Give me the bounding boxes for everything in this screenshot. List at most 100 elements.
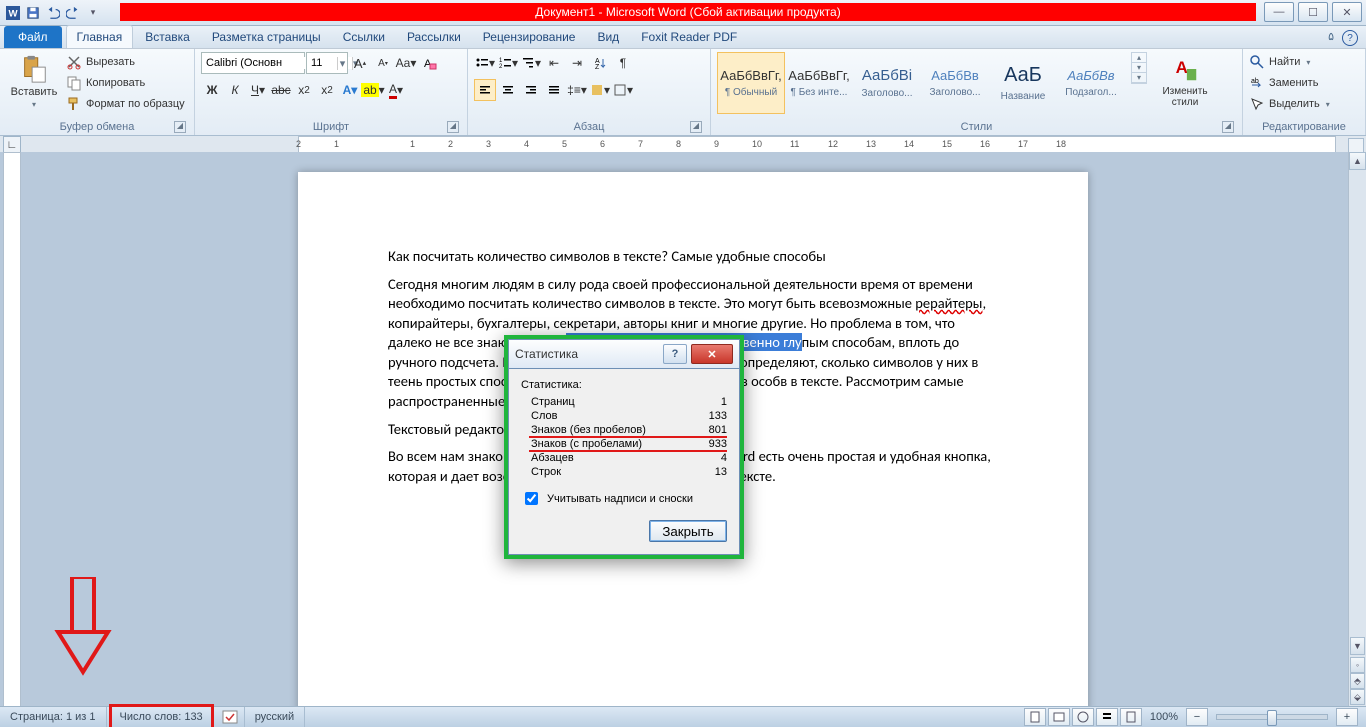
line-spacing-button[interactable]: ‡≡▾: [566, 79, 588, 101]
scroll-up-icon[interactable]: ▲: [1349, 152, 1366, 170]
qat-customize-icon[interactable]: ▾: [84, 4, 102, 22]
redo-icon[interactable]: [64, 4, 82, 22]
styles-more-icon[interactable]: ▾: [1132, 73, 1146, 83]
styles-up-icon[interactable]: ▴: [1132, 53, 1146, 63]
align-center-button[interactable]: [497, 79, 519, 101]
chevron-down-icon[interactable]: ▾: [337, 57, 347, 70]
styles-down-icon[interactable]: ▾: [1132, 63, 1146, 73]
justify-button[interactable]: [543, 79, 565, 101]
dialog-close-action-button[interactable]: Закрыть: [649, 520, 727, 542]
view-draft-button[interactable]: [1120, 708, 1142, 726]
style-heading2[interactable]: АаБбВвЗаголово...: [921, 52, 989, 114]
highlight-button[interactable]: ab▾: [362, 79, 384, 101]
tab-file[interactable]: Файл: [4, 26, 62, 48]
copy-button[interactable]: Копировать: [66, 73, 185, 93]
status-proofing-icon[interactable]: [216, 707, 245, 727]
prev-page-icon[interactable]: ⬘: [1350, 673, 1365, 689]
style-title[interactable]: АаБНазвание: [989, 52, 1057, 114]
vertical-ruler[interactable]: [3, 152, 21, 707]
save-icon[interactable]: [24, 4, 42, 22]
status-page[interactable]: Страница: 1 из 1: [0, 707, 107, 727]
style-subtitle[interactable]: АаБбВвПодзагол...: [1057, 52, 1125, 114]
browse-object-icon[interactable]: ◦: [1350, 657, 1365, 673]
borders-button[interactable]: ▾: [612, 79, 634, 101]
find-button[interactable]: Найти▾: [1249, 52, 1330, 72]
superscript-button[interactable]: x2: [316, 79, 338, 101]
shading-button[interactable]: ▾: [589, 79, 611, 101]
dialog-titlebar[interactable]: Статистика ? ✕: [508, 339, 740, 369]
dialog-help-button[interactable]: ?: [663, 344, 687, 364]
status-word-count[interactable]: Число слов: 133: [109, 704, 214, 727]
numbering-button[interactable]: 12▾: [497, 52, 519, 74]
font-color-button[interactable]: A▾: [385, 79, 407, 101]
align-right-button[interactable]: [520, 79, 542, 101]
grow-font-button[interactable]: A▴: [349, 52, 371, 74]
minimize-ribbon-icon[interactable]: ۵: [1328, 30, 1334, 46]
tab-page-layout[interactable]: Разметка страницы: [202, 26, 331, 48]
zoom-thumb[interactable]: [1267, 710, 1277, 726]
view-print-layout-button[interactable]: [1024, 708, 1046, 726]
bullets-button[interactable]: ▾: [474, 52, 496, 74]
replace-button[interactable]: abЗаменить: [1249, 73, 1330, 93]
close-window-button[interactable]: ✕: [1332, 2, 1362, 22]
scroll-down-icon[interactable]: ▼: [1350, 637, 1365, 655]
format-painter-button[interactable]: Формат по образцу: [66, 94, 185, 114]
zoom-out-button[interactable]: −: [1186, 708, 1208, 726]
tab-foxit[interactable]: Foxit Reader PDF: [631, 26, 747, 48]
tab-insert[interactable]: Вставка: [135, 26, 200, 48]
align-left-button[interactable]: [474, 79, 496, 101]
minimize-button[interactable]: —: [1264, 2, 1294, 22]
zoom-in-button[interactable]: +: [1336, 708, 1358, 726]
styles-gallery[interactable]: АаБбВвГг,¶ Обычный АаБбВвГг,¶ Без инте..…: [717, 52, 1125, 114]
strikethrough-button[interactable]: abc: [270, 79, 292, 101]
show-marks-button[interactable]: ¶: [612, 52, 634, 74]
maximize-button[interactable]: ☐: [1298, 2, 1328, 22]
decrease-indent-button[interactable]: ⇤: [543, 52, 565, 74]
include-textboxes-checkbox[interactable]: Учитывать надписи и сноски: [521, 489, 727, 508]
vertical-scrollbar[interactable]: ▲ ▼ ◦ ⬘ ⬙: [1348, 152, 1366, 707]
underline-button[interactable]: Ч▾: [247, 79, 269, 101]
font-name-combo[interactable]: ▾: [201, 52, 305, 74]
status-language[interactable]: русский: [245, 707, 305, 727]
font-dialog-launcher[interactable]: ◢: [447, 121, 459, 133]
select-button[interactable]: Выделить▾: [1249, 94, 1330, 114]
checkbox-input[interactable]: [525, 492, 538, 505]
style-normal[interactable]: АаБбВвГг,¶ Обычный: [717, 52, 785, 114]
tab-view[interactable]: Вид: [587, 26, 629, 48]
dialog-close-button[interactable]: ✕: [691, 344, 733, 364]
tab-home[interactable]: Главная: [66, 25, 134, 48]
style-no-spacing[interactable]: АаБбВвГг,¶ Без инте...: [785, 52, 853, 114]
multilevel-list-button[interactable]: ▾: [520, 52, 542, 74]
tab-references[interactable]: Ссылки: [333, 26, 395, 48]
clipboard-dialog-launcher[interactable]: ◢: [174, 121, 186, 133]
text-effects-button[interactable]: A▾: [339, 79, 361, 101]
sort-button[interactable]: AZ: [589, 52, 611, 74]
subscript-button[interactable]: x2: [293, 79, 315, 101]
help-icon[interactable]: ?: [1342, 30, 1358, 46]
cut-button[interactable]: Вырезать: [66, 52, 185, 72]
view-web-button[interactable]: [1072, 708, 1094, 726]
word-app-icon[interactable]: W: [4, 4, 22, 22]
tab-mailings[interactable]: Рассылки: [397, 26, 471, 48]
view-fullscreen-button[interactable]: [1048, 708, 1070, 726]
next-page-icon[interactable]: ⬙: [1350, 689, 1365, 705]
styles-dialog-launcher[interactable]: ◢: [1222, 121, 1234, 133]
view-outline-button[interactable]: [1096, 708, 1118, 726]
style-heading1[interactable]: АаБбВіЗаголово...: [853, 52, 921, 114]
change-styles-button[interactable]: A Изменить стили: [1151, 52, 1219, 110]
italic-button[interactable]: К: [224, 79, 246, 101]
zoom-slider[interactable]: [1216, 714, 1328, 720]
tab-review[interactable]: Рецензирование: [473, 26, 586, 48]
change-case-button[interactable]: Aa▾: [395, 52, 417, 74]
font-size-input[interactable]: [307, 57, 337, 69]
undo-icon[interactable]: [44, 4, 62, 22]
clear-formatting-button[interactable]: A: [418, 52, 440, 74]
zoom-level[interactable]: 100%: [1150, 711, 1178, 723]
paste-button[interactable]: Вставить ▾: [6, 52, 62, 111]
styles-scroll[interactable]: ▴▾▾: [1131, 52, 1147, 84]
shrink-font-button[interactable]: A▾: [372, 52, 394, 74]
font-size-combo[interactable]: ▾: [306, 52, 348, 74]
paragraph-dialog-launcher[interactable]: ◢: [690, 121, 702, 133]
increase-indent-button[interactable]: ⇥: [566, 52, 588, 74]
bold-button[interactable]: Ж: [201, 79, 223, 101]
